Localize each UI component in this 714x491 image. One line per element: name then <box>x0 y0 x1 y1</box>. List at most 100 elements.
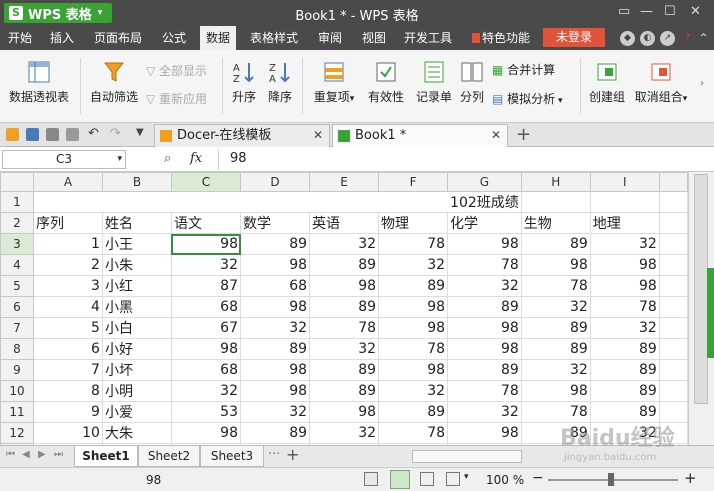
cell[interactable] <box>309 191 379 213</box>
search-icon[interactable]: ⌕ <box>164 151 171 166</box>
cell[interactable] <box>589 191 660 213</box>
open-folder-icon[interactable] <box>6 128 19 141</box>
cell-score[interactable]: 87 <box>170 275 242 297</box>
cell-score[interactable]: 89 <box>520 338 591 360</box>
header-cell[interactable]: 姓名 <box>101 212 172 234</box>
cell[interactable] <box>239 191 310 213</box>
header-cell[interactable]: 数学 <box>239 212 311 234</box>
cell-score[interactable]: 89 <box>309 254 380 276</box>
menu-view[interactable]: 视图 <box>356 26 392 50</box>
add-sheet-icon[interactable]: + <box>286 445 299 464</box>
cell-score[interactable]: 32 <box>520 296 591 318</box>
cell-score[interactable]: 89 <box>239 338 311 360</box>
cell-score[interactable]: 78 <box>447 380 522 402</box>
login-button[interactable]: 未登录 <box>543 28 605 47</box>
cell[interactable] <box>658 212 688 234</box>
function-button[interactable]: fx <box>190 151 202 166</box>
cell[interactable] <box>658 338 688 360</box>
cell-score[interactable]: 89 <box>447 359 522 381</box>
cell-score[interactable]: 89 <box>589 359 660 381</box>
cell-score[interactable]: 98 <box>239 380 311 402</box>
cell-name[interactable]: 大朱 <box>101 422 172 444</box>
cell-score[interactable]: 32 <box>378 254 449 276</box>
name-box[interactable]: C3 ▾ <box>2 150 126 169</box>
zoom-in-icon[interactable]: + <box>684 469 697 487</box>
cell-name[interactable]: 小爱 <box>101 401 172 423</box>
minimize-button[interactable]: — <box>640 4 653 19</box>
row-header[interactable]: 6 <box>0 296 34 318</box>
menu-home[interactable]: 开始 <box>2 26 38 50</box>
cell-score[interactable]: 89 <box>589 380 660 402</box>
cell-index[interactable]: 10 <box>32 422 103 444</box>
more-sheets-icon[interactable]: ··· <box>268 447 280 462</box>
cell-score[interactable]: 78 <box>589 296 660 318</box>
row-header[interactable]: 7 <box>0 317 34 339</box>
cell-score[interactable]: 32 <box>378 380 449 402</box>
cell-score[interactable]: 89 <box>309 296 380 318</box>
cell-score[interactable]: 32 <box>589 422 660 444</box>
cell[interactable] <box>378 191 448 213</box>
side-panel-toggle[interactable] <box>707 268 714 358</box>
print-icon[interactable] <box>46 128 59 141</box>
cell-score[interactable]: 98 <box>378 296 449 318</box>
cell[interactable] <box>658 422 688 444</box>
next-sheet-icon[interactable]: ▶ <box>38 449 46 460</box>
cell-score[interactable]: 89 <box>447 296 522 318</box>
cell-score[interactable]: 98 <box>309 275 380 297</box>
cell-score[interactable]: 78 <box>378 338 449 360</box>
save-icon[interactable] <box>26 128 39 141</box>
cell-name[interactable]: 小黑 <box>101 296 172 318</box>
cell-score[interactable]: 78 <box>378 422 449 444</box>
undo-icon[interactable]: ↶ <box>88 126 99 141</box>
row-header[interactable]: 10 <box>0 380 34 402</box>
cell-index[interactable]: 8 <box>32 380 103 402</box>
redo-icon[interactable]: ↷ <box>110 126 121 141</box>
maximize-button[interactable]: ☐ <box>664 4 676 19</box>
cell[interactable] <box>32 191 103 213</box>
cell-score[interactable]: 98 <box>520 254 591 276</box>
cell[interactable] <box>658 254 688 276</box>
formula-input[interactable]: 98 <box>230 151 247 166</box>
select-all-corner[interactable] <box>0 172 34 192</box>
cell[interactable] <box>658 380 688 402</box>
reading-mode-icon[interactable] <box>446 472 460 486</box>
cell-score[interactable]: 78 <box>378 233 449 255</box>
header-cell[interactable]: 序列 <box>32 212 103 234</box>
page-break-view-icon[interactable] <box>420 472 434 486</box>
header-cell[interactable]: 物理 <box>378 212 449 234</box>
column-header-a[interactable]: A <box>32 172 103 192</box>
cell-score[interactable]: 32 <box>309 233 380 255</box>
cell-score[interactable]: 98 <box>170 338 242 360</box>
zoom-level[interactable]: 100 % <box>486 473 524 487</box>
column-header-partial[interactable] <box>658 172 688 192</box>
cell-score[interactable]: 98 <box>378 317 449 339</box>
sort-ascending-button[interactable]: AZ 升序 <box>228 60 260 105</box>
share-icon[interactable]: ↗ <box>660 31 675 46</box>
show-all-button[interactable]: ▽ 全部显示 <box>146 62 207 79</box>
cell-score[interactable]: 89 <box>520 317 591 339</box>
cell-score[interactable]: 98 <box>239 254 311 276</box>
sort-descending-button[interactable]: ZA 降序 <box>264 60 296 105</box>
cell-name[interactable]: 小王 <box>101 233 172 255</box>
row-header[interactable]: 9 <box>0 359 34 381</box>
cell-score[interactable]: 32 <box>170 380 242 402</box>
cell-index[interactable]: 4 <box>32 296 103 318</box>
cell-name[interactable]: 小明 <box>101 380 172 402</box>
menu-formula[interactable]: 公式 <box>156 26 192 50</box>
cell[interactable] <box>658 233 688 255</box>
zoom-slider-thumb[interactable] <box>608 473 614 486</box>
cell-score[interactable]: 98 <box>589 275 660 297</box>
cell-score[interactable]: 98 <box>170 422 242 444</box>
menu-review[interactable]: 审阅 <box>312 26 348 50</box>
consolidate-button[interactable]: ▦ 合并计算 <box>492 61 555 78</box>
cell-score[interactable]: 78 <box>447 254 522 276</box>
cell-name[interactable]: 小好 <box>101 338 172 360</box>
split-columns-button[interactable]: 分列 <box>456 60 488 105</box>
row-header[interactable]: 5 <box>0 275 34 297</box>
active-cell[interactable]: 98 <box>170 233 242 255</box>
sheet-title-cell[interactable]: 102班成绩 <box>447 191 522 213</box>
cell-score[interactable]: 32 <box>589 317 660 339</box>
cell-score[interactable]: 89 <box>378 401 449 423</box>
cell-score[interactable]: 78 <box>520 275 591 297</box>
menu-special[interactable]: 特色功能 <box>468 26 536 50</box>
